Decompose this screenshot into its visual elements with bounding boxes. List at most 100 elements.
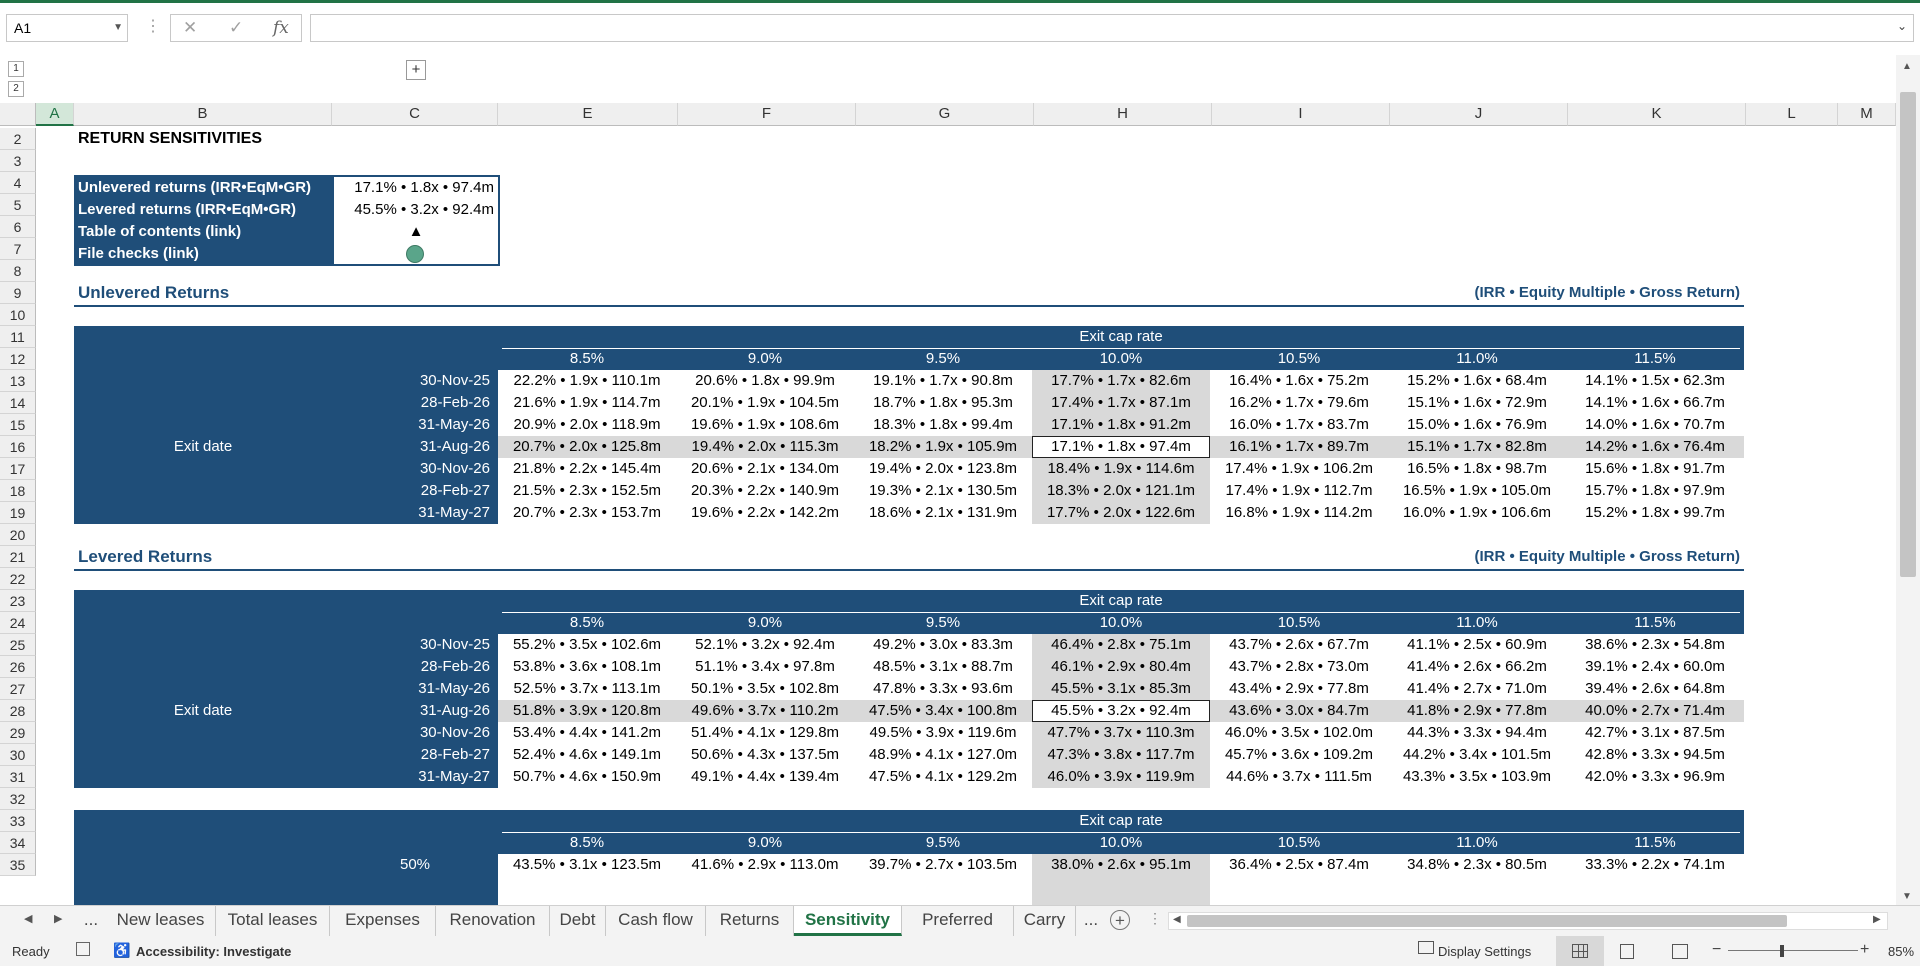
file-checks-status-icon[interactable] [406,245,424,263]
levered-value-cell[interactable]: 42.7% • 3.1x • 87.5m [1566,722,1744,744]
row-header[interactable]: 11 [0,326,36,348]
levered-value-cell[interactable]: 53.4% • 4.4x • 141.2m [498,722,676,744]
levered-value-cell[interactable]: 50.6% • 4.3x • 137.5m [676,744,854,766]
unlevered-value-cell[interactable]: 16.0% • 1.9x • 106.6m [1388,502,1566,524]
levered-value-cell[interactable]: 42.0% • 3.3x • 96.9m [1566,766,1744,788]
macro-record-icon[interactable] [76,942,90,956]
unlevered-value-cell[interactable]: 17.4% • 1.7x • 87.1m [1032,392,1210,414]
row-header[interactable]: 10 [0,304,36,326]
normal-view-icon[interactable] [1572,944,1588,958]
levered-value-cell[interactable]: 47.5% • 4.1x • 129.2m [854,766,1032,788]
outline-expand-button[interactable]: + [406,60,426,80]
row-header[interactable]: 22 [0,568,36,590]
row-header[interactable]: 32 [0,788,36,810]
chevron-down-icon[interactable]: ▼ [113,15,123,41]
tab-preferred[interactable]: Preferred [902,906,1014,936]
row-header[interactable]: 3 [0,150,36,172]
unlevered-value-cell[interactable]: 16.1% • 1.7x • 89.7m [1210,436,1388,458]
unlevered-value-cell[interactable]: 21.6% • 1.9x • 114.7m [498,392,676,414]
levered-value-cell[interactable]: 43.6% • 3.0x • 84.7m [1210,700,1388,722]
row-header[interactable]: 4 [0,172,36,194]
tab-expenses[interactable]: Expenses [330,906,436,936]
tab-more[interactable]: ... [1076,906,1106,936]
row-header[interactable]: 16 [0,436,36,458]
tab-new-leases[interactable]: New leases [106,906,216,936]
unlevered-value-cell[interactable]: 17.1% • 1.8x • 97.4m [1032,436,1210,458]
third-value-cell[interactable]: 38.0% • 2.6x • 95.1m [1032,854,1210,876]
unlevered-value-cell[interactable]: 19.4% • 2.0x • 115.3m [676,436,854,458]
column-header-m[interactable]: M [1838,103,1896,126]
unlevered-value-cell[interactable]: 15.2% • 1.8x • 99.7m [1566,502,1744,524]
levered-value-cell[interactable]: 51.1% • 3.4x • 97.8m [676,656,854,678]
row-header[interactable]: 34 [0,832,36,854]
levered-value-cell[interactable]: 38.6% • 2.3x • 54.8m [1566,634,1744,656]
column-header-b[interactable]: B [74,103,332,126]
formula-input[interactable]: ⌄ [310,14,1914,42]
row-header[interactable]: 31 [0,766,36,788]
levered-value-cell[interactable]: 52.4% • 4.6x • 149.1m [498,744,676,766]
unlevered-value-cell[interactable]: 16.0% • 1.7x • 83.7m [1210,414,1388,436]
unlevered-value-cell[interactable]: 20.7% • 2.0x • 125.8m [498,436,676,458]
add-sheet-icon[interactable]: + [1110,910,1130,930]
levered-value-cell[interactable]: 42.8% • 3.3x • 94.5m [1566,744,1744,766]
unlevered-value-cell[interactable]: 19.4% • 2.0x • 123.8m [854,458,1032,480]
levered-value-cell[interactable]: 48.9% • 4.1x • 127.0m [854,744,1032,766]
insert-function-icon[interactable]: fx [273,15,289,41]
unlevered-value-cell[interactable]: 19.6% • 1.9x • 108.6m [676,414,854,436]
levered-value-cell[interactable]: 50.1% • 3.5x • 102.8m [676,678,854,700]
more-options-icon[interactable]: ⋮ [145,14,161,42]
unlevered-value-cell[interactable]: 17.1% • 1.8x • 91.2m [1032,414,1210,436]
row-header[interactable]: 17 [0,458,36,480]
row-header[interactable]: 2 [0,128,36,150]
unlevered-value-cell[interactable]: 15.6% • 1.8x • 91.7m [1566,458,1744,480]
row-header[interactable]: 30 [0,744,36,766]
levered-value-cell[interactable]: 43.4% • 2.9x • 77.8m [1210,678,1388,700]
zoom-out-icon[interactable]: − [1712,941,1721,959]
levered-value-cell[interactable]: 51.4% • 4.1x • 129.8m [676,722,854,744]
row-header[interactable]: 7 [0,238,36,260]
horizontal-scroll-thumb[interactable] [1187,915,1787,927]
accessibility-icon[interactable]: ♿ [113,942,130,959]
tab-more[interactable]: ... [76,906,106,936]
levered-value-cell[interactable]: 44.2% • 3.4x • 101.5m [1388,744,1566,766]
unlevered-value-cell[interactable]: 16.5% • 1.8x • 98.7m [1388,458,1566,480]
scroll-left-icon[interactable]: ◀ [1173,914,1181,925]
expand-formula-icon[interactable]: ⌄ [1897,19,1907,33]
levered-value-cell[interactable]: 44.6% • 3.7x • 111.5m [1210,766,1388,788]
unlevered-value-cell[interactable]: 21.8% • 2.2x • 145.4m [498,458,676,480]
unlevered-value-cell[interactable]: 15.0% • 1.6x • 76.9m [1388,414,1566,436]
row-header[interactable]: 21 [0,546,36,568]
levered-value-cell[interactable]: 41.8% • 2.9x • 77.8m [1388,700,1566,722]
unlevered-value-cell[interactable]: 15.1% • 1.7x • 82.8m [1388,436,1566,458]
levered-value-cell[interactable]: 47.5% • 3.4x • 100.8m [854,700,1032,722]
third-value-cell[interactable]: 41.6% • 2.9x • 113.0m [676,854,854,876]
row-header[interactable]: 29 [0,722,36,744]
levered-value-cell[interactable]: 55.2% • 3.5x • 102.6m [498,634,676,656]
tab-total-leases[interactable]: Total leases [216,906,330,936]
scroll-tabs-right-icon[interactable]: ▶ [54,912,62,925]
accessibility-status[interactable]: Accessibility: Investigate [136,944,291,959]
zoom-level[interactable]: 85% [1888,944,1914,959]
levered-value-cell[interactable]: 45.7% • 3.6x • 109.2m [1210,744,1388,766]
third-value-cell[interactable]: 43.5% • 3.1x • 123.5m [498,854,676,876]
tab-carry[interactable]: Carry [1014,906,1076,936]
levered-value-cell[interactable]: 39.1% • 2.4x • 60.0m [1566,656,1744,678]
unlevered-value-cell[interactable]: 17.7% • 2.0x • 122.6m [1032,502,1210,524]
row-header[interactable]: 6 [0,216,36,238]
row-header[interactable]: 13 [0,370,36,392]
column-header-a[interactable]: A [36,103,74,126]
outline-level-2[interactable]: 2 [8,81,24,97]
horizontal-scrollbar[interactable]: ◀ ▶ [1168,912,1888,930]
scroll-up-icon[interactable]: ▲ [1902,61,1912,72]
unlevered-value-cell[interactable]: 20.9% • 2.0x • 118.9m [498,414,676,436]
levered-value-cell[interactable]: 47.3% • 3.8x • 117.7m [1032,744,1210,766]
levered-value-cell[interactable]: 43.7% • 2.6x • 67.7m [1210,634,1388,656]
column-header-j[interactable]: J [1390,103,1568,126]
tab-renovation[interactable]: Renovation [436,906,550,936]
unlevered-value-cell[interactable]: 19.1% • 1.7x • 90.8m [854,370,1032,392]
toc-arrow-icon[interactable]: ▲ [334,221,498,243]
levered-value-cell[interactable]: 45.5% • 3.2x • 92.4m [1032,700,1210,722]
row-header[interactable]: 20 [0,524,36,546]
column-header-i[interactable]: I [1212,103,1390,126]
scroll-down-icon[interactable]: ▼ [1902,891,1912,902]
